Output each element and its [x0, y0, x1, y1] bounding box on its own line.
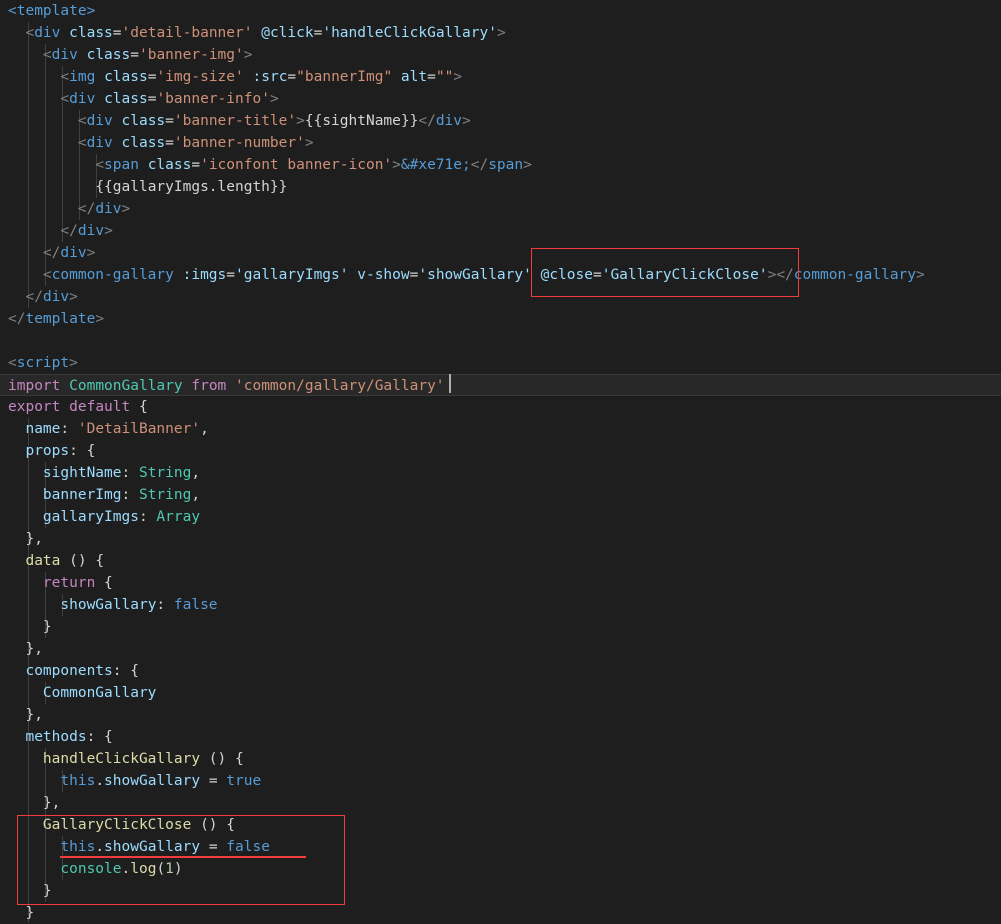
code-line[interactable]: <template> — [0, 0, 1001, 22]
code-line[interactable]: sightName: String, — [0, 462, 1001, 484]
code-line[interactable]: }, — [0, 528, 1001, 550]
code-line[interactable]: <div class='banner-img'> — [0, 44, 1001, 66]
code-line[interactable]: <div class='detail-banner' @click='handl… — [0, 22, 1001, 44]
code-line[interactable]: props: { — [0, 440, 1001, 462]
code-line[interactable]: console.log(1) — [0, 858, 1001, 880]
code-line[interactable]: <img class='img-size' :src="bannerImg" a… — [0, 66, 1001, 88]
code-line[interactable]: name: 'DetailBanner', — [0, 418, 1001, 440]
code-line[interactable]: <common-gallary :imgs='gallaryImgs' v-sh… — [0, 264, 1001, 286]
code-line[interactable]: GallaryClickClose () { — [0, 814, 1001, 836]
code-line[interactable]: </div> — [0, 198, 1001, 220]
code-line[interactable]: }, — [0, 792, 1001, 814]
code-line[interactable]: </template> — [0, 308, 1001, 330]
code-line[interactable]: methods: { — [0, 726, 1001, 748]
code-line[interactable]: this.showGallary = false — [0, 836, 1001, 858]
code-line[interactable]: }, — [0, 638, 1001, 660]
code-lines: <template> <div class='detail-banner' @c… — [0, 0, 1001, 923]
code-line[interactable]: <div class='banner-number'> — [0, 132, 1001, 154]
code-line[interactable]: <div class='banner-title'>{{sightName}}<… — [0, 110, 1001, 132]
code-editor[interactable]: <template> <div class='detail-banner' @c… — [0, 0, 1001, 923]
code-line[interactable]: </div> — [0, 242, 1001, 264]
code-line[interactable]: <script> — [0, 352, 1001, 374]
code-line[interactable]: CommonGallary — [0, 682, 1001, 704]
code-line[interactable]: <div class='banner-info'> — [0, 88, 1001, 110]
code-line[interactable]: } — [0, 902, 1001, 924]
code-line-current[interactable]: import CommonGallary from 'common/gallar… — [0, 374, 1001, 396]
code-line[interactable]: }, — [0, 704, 1001, 726]
code-line[interactable]: bannerImg: String, — [0, 484, 1001, 506]
code-line[interactable]: {{gallaryImgs.length}} — [0, 176, 1001, 198]
code-line[interactable]: this.showGallary = true — [0, 770, 1001, 792]
code-line[interactable]: gallaryImgs: Array — [0, 506, 1001, 528]
code-line[interactable]: } — [0, 880, 1001, 902]
code-line[interactable]: showGallary: false — [0, 594, 1001, 616]
code-line[interactable]: handleClickGallary () { — [0, 748, 1001, 770]
code-line[interactable]: </div> — [0, 286, 1001, 308]
code-line[interactable]: </div> — [0, 220, 1001, 242]
code-line[interactable]: export default { — [0, 396, 1001, 418]
code-line[interactable]: } — [0, 616, 1001, 638]
code-line[interactable]: return { — [0, 572, 1001, 594]
code-line[interactable] — [0, 330, 1001, 352]
code-line[interactable]: components: { — [0, 660, 1001, 682]
code-line[interactable]: <span class='iconfont banner-icon'>&#xe7… — [0, 154, 1001, 176]
code-line[interactable]: data () { — [0, 550, 1001, 572]
